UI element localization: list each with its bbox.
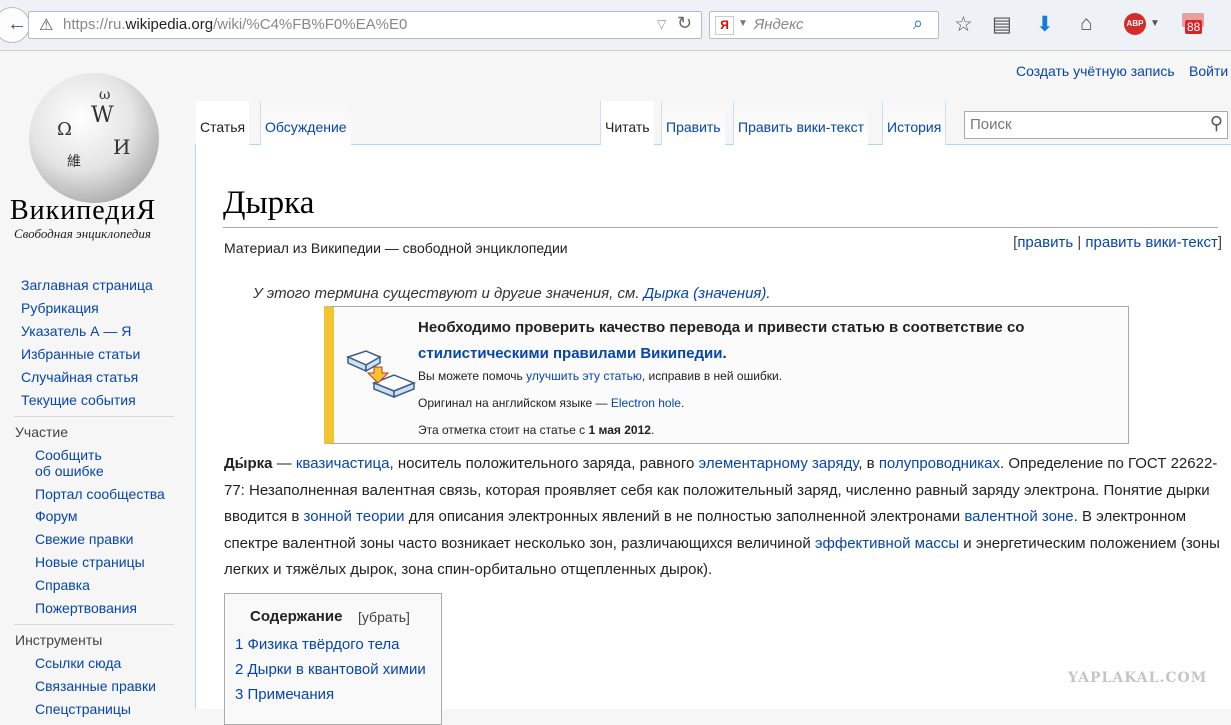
back-arrow-icon: ←	[7, 13, 27, 35]
wiki-search-input[interactable]: Поиск ⚲	[964, 111, 1228, 139]
create-account-link[interactable]: Создать учётную запись	[1016, 63, 1175, 79]
reading-list-icon[interactable]: ▤	[992, 12, 1012, 37]
article-text: для описания электронных явлений в не по…	[404, 508, 965, 525]
sidebar-item-related-changes[interactable]: Связанные правки	[35, 678, 156, 694]
warning-icon: ⚠	[39, 17, 54, 34]
article-text: —	[272, 455, 296, 472]
hatnote: У этого термина существуют и другие знач…	[253, 285, 771, 302]
search-icon[interactable]: ⌕	[913, 13, 923, 34]
tab-edit-source[interactable]: Править вики-текст	[733, 101, 869, 145]
article-link[interactable]: квазичастица	[296, 455, 390, 472]
translation-notice-box: Необходимо проверить качество перевода и…	[324, 306, 1129, 444]
browser-search-box[interactable]: Я ▼ Яндекс ⌕	[709, 11, 939, 39]
section-edit-links: [править | править вики-текст]	[1013, 234, 1222, 251]
star-icon[interactable]: ☆	[954, 12, 973, 37]
books-translation-icon	[345, 350, 417, 399]
tab-history[interactable]: История	[882, 101, 947, 145]
article-link[interactable]: элементарному заряду	[699, 455, 859, 472]
browser-search-placeholder: Яндекс	[754, 16, 804, 33]
toc-item[interactable]: 1 Физика твёрдого тела	[235, 636, 400, 653]
sidebar-item-recent-changes[interactable]: Свежие правки	[35, 531, 133, 547]
sidebar-item-donations[interactable]: Пожертвования	[35, 600, 137, 616]
address-bar[interactable]: ⚠ https://ru.wikipedia.org/wiki/%C4%FB%F…	[28, 11, 702, 39]
article-text: , в	[858, 455, 879, 472]
article-link[interactable]: эффективной массы	[815, 535, 959, 552]
tab-read[interactable]: Читать	[600, 101, 654, 145]
toc-title: Содержание	[250, 608, 343, 625]
sidebar-item-what-links-here[interactable]: Ссылки сюда	[35, 655, 121, 671]
sidebar-item-current-events[interactable]: Текущие события	[21, 392, 136, 408]
download-icon[interactable]: ⬇	[1036, 12, 1054, 37]
table-of-contents: Содержание [убрать] 1 Физика твёрдого те…	[224, 593, 442, 725]
reload-icon[interactable]: ↻	[677, 13, 692, 34]
article-text: , носитель положительного заряда, равног…	[389, 455, 699, 472]
sidebar-divider	[14, 416, 174, 417]
sidebar-item-random[interactable]: Случайная статья	[21, 369, 138, 385]
sidebar-item-main-page[interactable]: Заглавная страница	[21, 277, 153, 293]
notice-original-line: Оригинал на английском языке — Electron …	[418, 396, 685, 410]
sidebar-item-forum[interactable]: Форум	[35, 508, 78, 524]
search-engine-dropdown-icon[interactable]: ▼	[738, 18, 748, 29]
improve-article-link[interactable]: улучшить эту статью	[526, 369, 642, 383]
sidebar-item-report-error-line2[interactable]: об ошибке	[35, 463, 104, 479]
article-term: Ды́рка	[224, 455, 273, 472]
article-link[interactable]: зонной теории	[304, 508, 405, 525]
search-icon[interactable]: ⚲	[1210, 113, 1223, 134]
toc-hide-toggle[interactable]: [убрать]	[358, 609, 410, 625]
wiki-search-placeholder: Поиск	[970, 116, 1012, 133]
article-paragraph: Ды́рка — квазичастица, носитель положите…	[224, 451, 1224, 584]
watermark: YAPLAKAL.COM	[1068, 670, 1208, 686]
tab-edit[interactable]: Править	[661, 101, 725, 145]
back-button[interactable]: ←	[0, 7, 30, 43]
sidebar-item-special-pages[interactable]: Спецстраницы	[35, 701, 131, 717]
login-link[interactable]: Войти	[1189, 63, 1228, 79]
toc-item[interactable]: 3 Примечания	[235, 686, 334, 703]
home-icon[interactable]: ⌂	[1080, 12, 1093, 36]
title-divider	[223, 227, 1218, 228]
disambiguation-link[interactable]: Дырка (значения)	[644, 285, 767, 302]
wikipedia-logo[interactable]: Ω W И 維 ω ВикипедиЯ Свободная энциклопед…	[0, 55, 190, 255]
style-rules-link[interactable]: стилистическими правилами Википедии	[418, 345, 723, 362]
sidebar-item-featured[interactable]: Избранные статьи	[21, 346, 140, 362]
sidebar-heading-tools: Инструменты	[15, 632, 103, 648]
notice-help-line: Вы можете помочь улучшить эту статью, ис…	[418, 369, 783, 383]
mail-count-badge: 88	[1185, 20, 1203, 34]
edit-source-link[interactable]: править вики-текст	[1085, 234, 1217, 251]
sidebar-item-categories[interactable]: Рубрикация	[21, 300, 99, 316]
adblock-dropdown-icon[interactable]: ▼	[1150, 18, 1160, 29]
notice-title: Необходимо проверить качество перевода и…	[418, 319, 1025, 362]
sidebar-item-new-pages[interactable]: Новые страницы	[35, 554, 145, 570]
url-history-dropdown-icon[interactable]: ▽	[657, 17, 666, 31]
wikipedia-wordmark: ВикипедиЯ	[10, 195, 157, 226]
page-title: Дырка	[223, 185, 315, 221]
browser-toolbar: ← ⚠ https://ru.wikipedia.org/wiki/%C4%FB…	[0, 0, 1231, 51]
article-link[interactable]: валентной зоне	[964, 508, 1073, 525]
yandex-logo-icon[interactable]: Я	[715, 16, 734, 35]
tab-article[interactable]: Статья	[196, 101, 250, 145]
edit-link[interactable]: править	[1017, 234, 1073, 251]
sidebar-item-community-portal[interactable]: Портал сообщества	[35, 486, 165, 502]
url-text[interactable]: https://ru.wikipedia.org/wiki/%C4%FB%F0%…	[63, 16, 407, 33]
sidebar-item-report-error[interactable]: Сообщить	[35, 447, 102, 463]
wikipedia-tagline: Свободная энциклопедия	[14, 226, 151, 241]
toc-item[interactable]: 2 Дырки в квантовой химии	[235, 661, 426, 678]
sidebar-heading-participation: Участие	[15, 424, 68, 440]
tab-talk[interactable]: Обсуждение	[260, 101, 351, 145]
article-content: Дырка Материал из Википедии — свободной …	[195, 144, 1231, 725]
article-link[interactable]: полупроводниках	[879, 455, 1000, 472]
adblock-plus-icon[interactable]: ABP	[1124, 13, 1146, 35]
sidebar-item-help[interactable]: Справка	[35, 577, 90, 593]
puzzle-globe-icon: Ω W И 維 ω	[29, 73, 159, 203]
sidebar-divider	[14, 624, 174, 625]
original-article-link[interactable]: Electron hole	[611, 396, 681, 410]
site-subtitle: Материал из Википедии — свободной энцикл…	[224, 240, 568, 256]
notice-date-line: Эта отметка стоит на статье с 1 мая 2012…	[418, 423, 655, 437]
sidebar-item-index[interactable]: Указатель А — Я	[21, 323, 131, 339]
